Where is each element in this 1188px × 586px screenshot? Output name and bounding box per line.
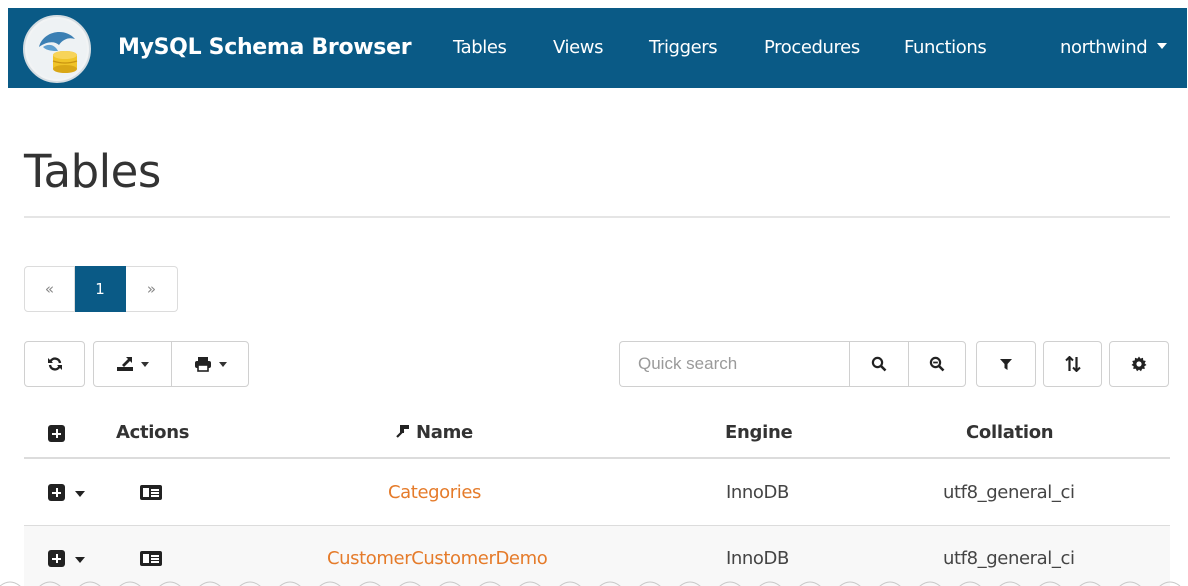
table-row: Categories InnoDB utf8_general_ci: [24, 460, 1170, 526]
database-name: northwind: [1060, 37, 1148, 58]
nav-functions[interactable]: Functions: [904, 37, 987, 58]
print-icon: [194, 357, 211, 372]
settings-button[interactable]: [1109, 341, 1169, 387]
engine-cell: InnoDB: [726, 482, 789, 503]
advanced-search-button[interactable]: [907, 342, 966, 386]
nav-views[interactable]: Views: [553, 37, 603, 58]
table-header-divider: [24, 457, 1170, 459]
divider: [24, 216, 1170, 218]
page-1-button[interactable]: 1: [75, 266, 126, 312]
nav-procedures[interactable]: Procedures: [764, 37, 860, 58]
column-header-name[interactable]: Name: [395, 422, 473, 443]
database-dropdown[interactable]: northwind: [1060, 37, 1168, 58]
refresh-icon: [47, 357, 62, 371]
key-icon: [396, 425, 409, 438]
refresh-button[interactable]: [24, 341, 85, 387]
caret-down-icon: [218, 361, 227, 367]
export-icon: [117, 357, 133, 371]
search-button-group: [849, 341, 966, 387]
expand-all-icon[interactable]: [48, 425, 65, 442]
collation-cell: utf8_general_ci: [943, 548, 1075, 569]
prev-page-button[interactable]: «: [24, 266, 75, 312]
next-page-button[interactable]: »: [126, 266, 178, 312]
table-name-link[interactable]: Categories: [388, 482, 481, 503]
pagination: « 1 »: [24, 266, 178, 312]
search-icon: [871, 356, 887, 372]
quick-search-input[interactable]: [619, 341, 850, 387]
collation-cell: utf8_general_ci: [943, 482, 1075, 503]
table-name-link[interactable]: CustomerCustomerDemo: [327, 548, 548, 569]
details-card-icon[interactable]: [140, 485, 162, 500]
sort-icon: [1064, 356, 1081, 372]
gear-icon: [1131, 356, 1147, 372]
mysql-logo-icon[interactable]: [23, 15, 91, 83]
export-button[interactable]: [94, 342, 171, 386]
filter-button[interactable]: [976, 341, 1036, 387]
expand-row-icon[interactable]: [48, 550, 65, 567]
navbar: MySQL Schema Browser Tables Views Trigge…: [8, 8, 1187, 88]
caret-down-icon: [141, 361, 149, 367]
caret-down-icon: [1157, 43, 1168, 49]
column-header-engine[interactable]: Engine: [725, 422, 793, 443]
page-title: Tables: [24, 145, 161, 198]
column-header-actions: Actions: [116, 422, 190, 443]
filter-icon: [1000, 359, 1012, 370]
column-header-name-label: Name: [415, 422, 473, 443]
torn-edge-decoration: [0, 581, 1181, 586]
expand-row-icon[interactable]: [48, 484, 65, 501]
engine-cell: InnoDB: [726, 548, 789, 569]
zoom-out-icon: [929, 356, 945, 372]
row-menu-caret-icon[interactable]: [75, 491, 85, 497]
sort-button[interactable]: [1043, 341, 1102, 387]
search-button[interactable]: [850, 342, 908, 386]
nav-tables[interactable]: Tables: [453, 37, 507, 58]
column-header-collation[interactable]: Collation: [966, 422, 1054, 443]
row-menu-caret-icon[interactable]: [75, 557, 85, 563]
export-print-group: [93, 341, 249, 387]
details-card-icon[interactable]: [140, 551, 162, 566]
table-row: CustomerCustomerDemo InnoDB utf8_general…: [24, 526, 1170, 586]
print-button[interactable]: [171, 342, 248, 386]
app-title[interactable]: MySQL Schema Browser: [118, 35, 412, 60]
nav-triggers[interactable]: Triggers: [649, 37, 718, 58]
